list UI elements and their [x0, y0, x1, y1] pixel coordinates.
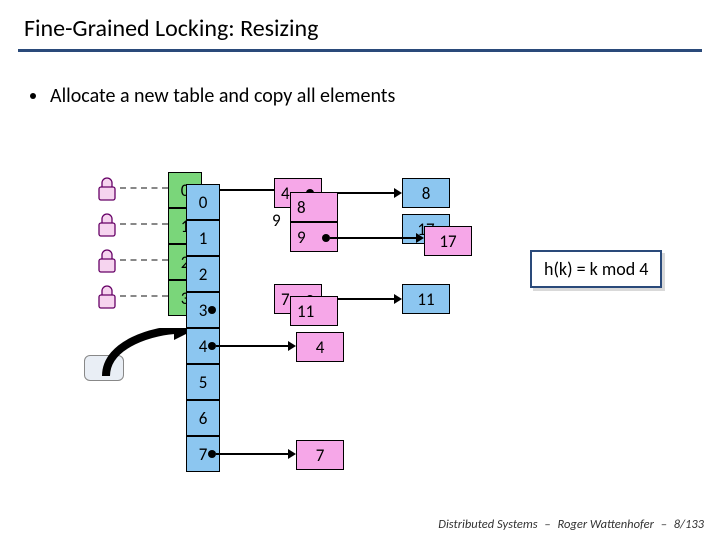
footer-course: Distributed Systems	[438, 517, 537, 532]
footer-page: 8/133	[674, 517, 704, 532]
new-table: 0 1 2 3 4 5 6 7	[186, 184, 220, 472]
page-title: Fine-Grained Locking: Resizing	[0, 0, 720, 49]
new-bucket-5: 5	[186, 364, 220, 400]
footer-sep: –	[661, 517, 667, 532]
pointer-line	[216, 345, 288, 347]
footer: Distributed Systems – Roger Wattenhofer …	[438, 517, 704, 532]
pointer-dot	[322, 234, 330, 242]
new-bucket-6: 6	[186, 400, 220, 436]
pointer-dot	[208, 450, 216, 458]
lock-icon	[94, 244, 120, 274]
chain-value: 4	[281, 183, 290, 204]
chain-node: 8	[402, 178, 450, 208]
footer-author: Roger Wattenhofer	[557, 517, 653, 532]
new-bucket-1: 1	[186, 220, 220, 256]
lock-icon	[94, 208, 120, 238]
pointer-arrowhead	[394, 188, 402, 198]
pointer-arrowhead	[416, 233, 424, 243]
pointer-arrowhead	[394, 294, 402, 304]
pointer-arrowhead	[288, 341, 296, 351]
chain-value: 8	[297, 197, 306, 218]
bullet-dot	[30, 93, 36, 99]
chain-value: 7	[281, 289, 290, 310]
curved-arrow-icon	[96, 328, 196, 403]
dash	[120, 223, 168, 225]
chain-value: 11	[297, 301, 314, 322]
chain-value: 9	[297, 227, 306, 248]
chain-node: 17	[424, 226, 472, 256]
pointer-dot	[208, 306, 216, 314]
lock-icon	[94, 172, 120, 202]
diagram: 0 1 2 3 4 8 8 9 17 9 17 7 11 11 0 1 2 3	[0, 160, 720, 520]
locks-column	[94, 172, 120, 310]
dash	[120, 187, 168, 189]
chain-node: 11	[402, 284, 450, 314]
pointer-arrowhead	[288, 449, 296, 459]
footer-sep: –	[544, 517, 550, 532]
dash	[120, 259, 168, 261]
new-bucket-2: 2	[186, 256, 220, 292]
pointer-line	[216, 453, 288, 455]
lock-icon	[94, 280, 120, 310]
pointer-dot	[208, 342, 216, 350]
chain-value: 9	[272, 210, 281, 231]
chain-node: 8	[290, 192, 338, 222]
new-bucket-0: 0	[186, 184, 220, 220]
bullet-row: Allocate a new table and copy all elemen…	[0, 52, 720, 108]
hash-formula: h(k) = k mod 4	[530, 250, 662, 288]
chain-node: 4	[296, 332, 344, 362]
chain-node: 11	[290, 296, 338, 326]
pointer-line	[330, 237, 416, 239]
chain-node: 7	[296, 440, 344, 470]
bullet-text: Allocate a new table and copy all elemen…	[50, 84, 395, 108]
dash	[120, 295, 168, 297]
